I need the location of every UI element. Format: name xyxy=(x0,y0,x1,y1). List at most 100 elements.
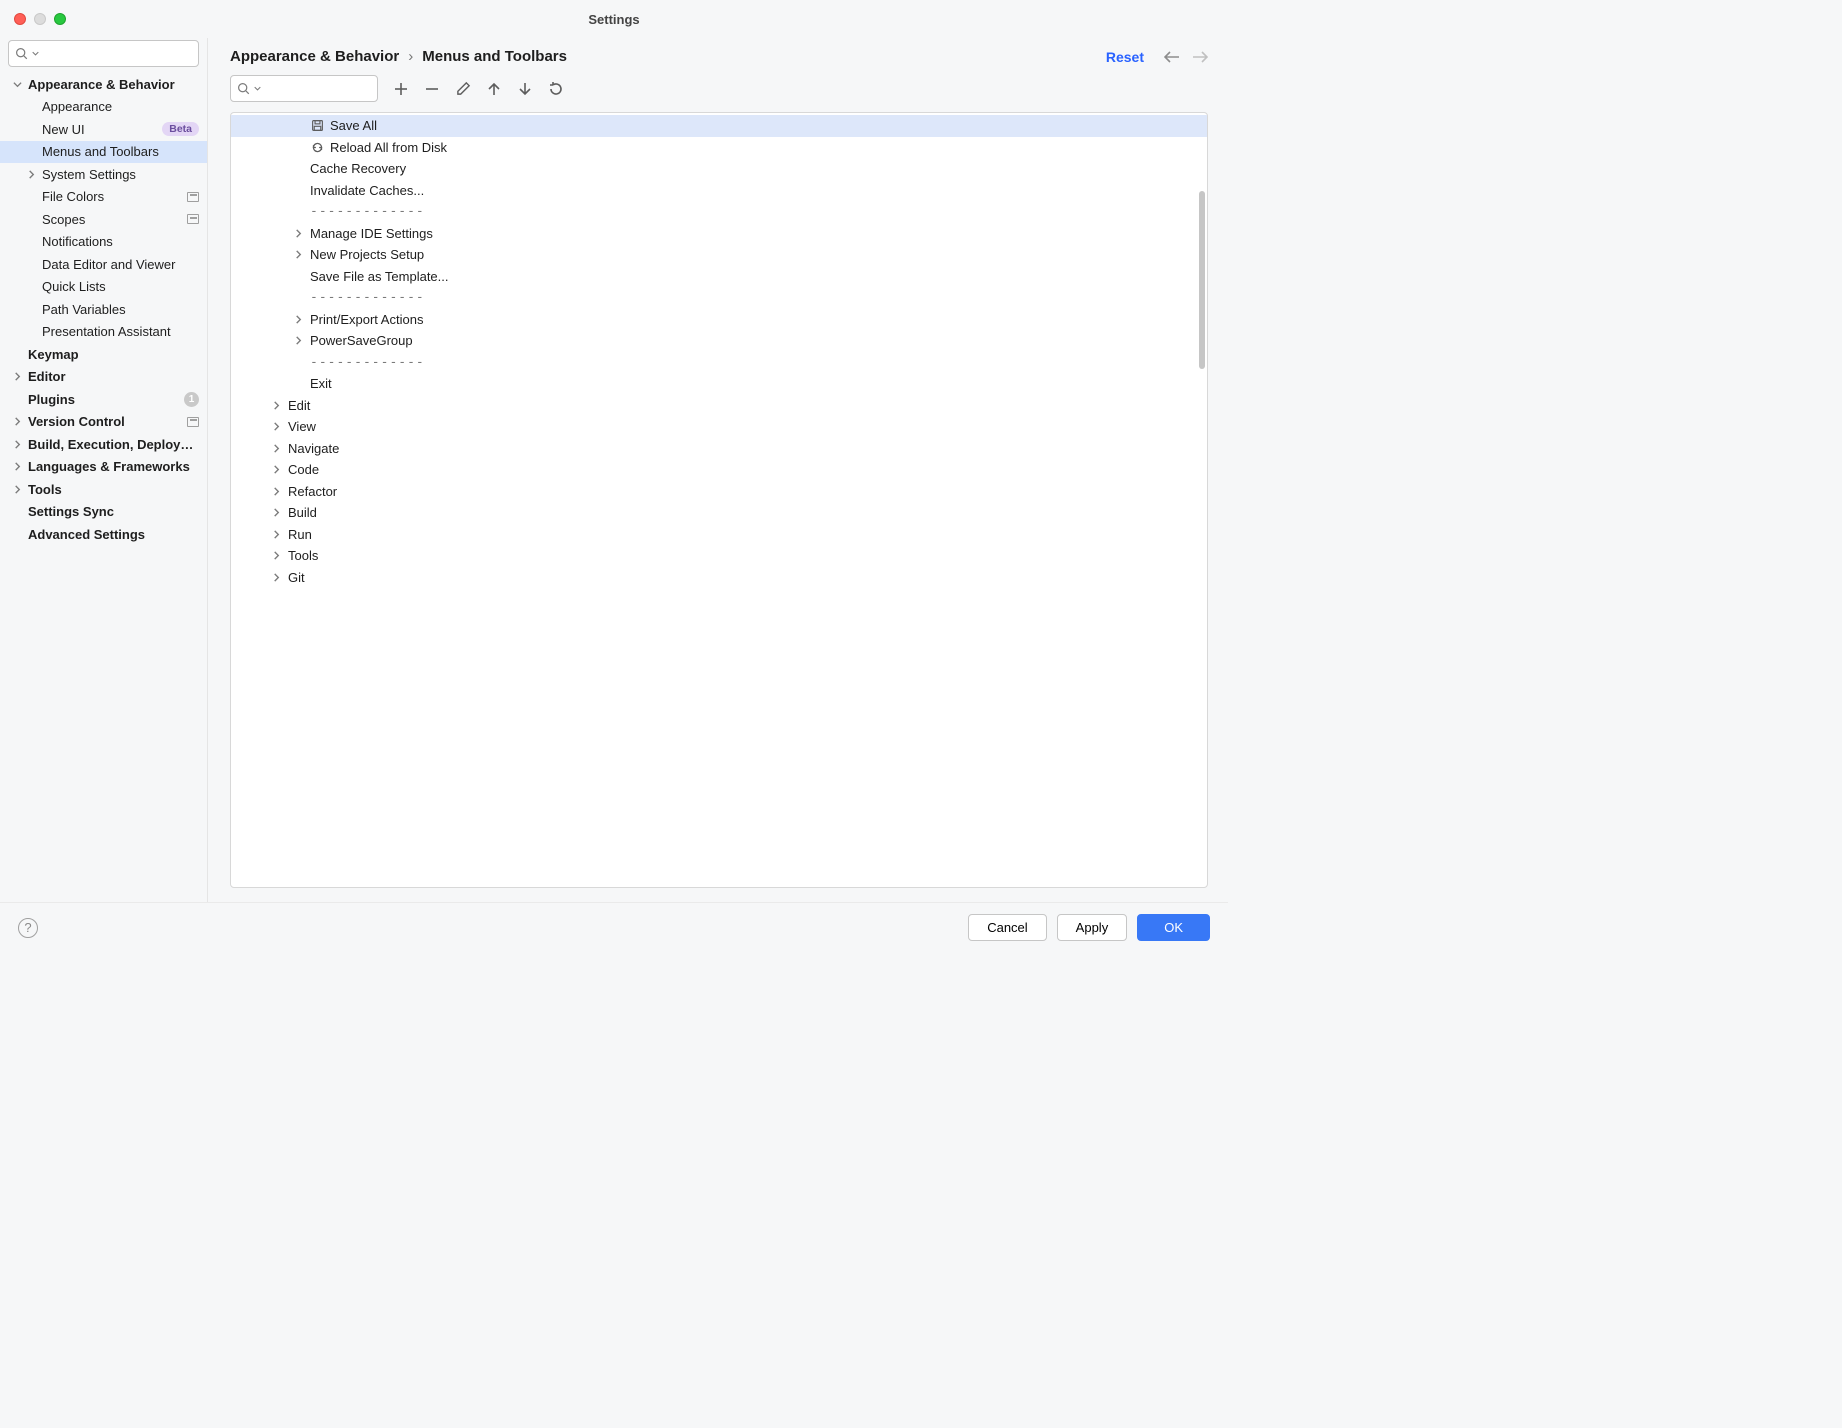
tree-item[interactable]: New Projects Setup xyxy=(231,244,1207,266)
chevron-right-icon[interactable] xyxy=(269,549,283,563)
ok-button[interactable]: OK xyxy=(1137,914,1210,941)
chevron-right-icon[interactable] xyxy=(291,226,305,240)
tree-item[interactable]: Save All xyxy=(231,115,1207,137)
chevron-right-icon[interactable] xyxy=(291,312,305,326)
chevron-right-icon[interactable] xyxy=(10,370,24,384)
cancel-button[interactable]: Cancel xyxy=(968,914,1046,941)
chevron-right-icon[interactable] xyxy=(291,248,305,262)
tree-item[interactable]: View xyxy=(231,416,1207,438)
dropdown-chevron-icon xyxy=(32,50,39,57)
tree-separator: ------------- xyxy=(231,287,1207,309)
chevron-right-icon[interactable] xyxy=(10,437,24,451)
breadcrumb: Appearance & Behavior › Menus and Toolba… xyxy=(230,48,1096,65)
sidebar-item[interactable]: System Settings xyxy=(0,163,207,186)
tree-item[interactable]: Git xyxy=(231,567,1207,589)
apply-button[interactable]: Apply xyxy=(1057,914,1128,941)
tree-item[interactable]: Invalidate Caches... xyxy=(231,180,1207,202)
tree-item[interactable]: Cache Recovery xyxy=(231,158,1207,180)
chevron-right-icon[interactable] xyxy=(291,334,305,348)
tree-item[interactable]: PowerSaveGroup xyxy=(231,330,1207,352)
maximize-window-button[interactable] xyxy=(54,13,66,25)
tree-item[interactable]: Build xyxy=(231,502,1207,524)
tree-item[interactable]: Run xyxy=(231,524,1207,546)
sidebar-item[interactable]: Appearance & Behavior xyxy=(0,73,207,96)
sidebar-item-label: Notifications xyxy=(42,234,199,249)
chevron-right-icon[interactable] xyxy=(269,463,283,477)
edit-action-button[interactable] xyxy=(454,80,472,98)
tree-item[interactable]: Manage IDE Settings xyxy=(231,223,1207,245)
close-window-button[interactable] xyxy=(14,13,26,25)
tree-item[interactable]: Edit xyxy=(231,395,1207,417)
revert-button[interactable] xyxy=(547,80,565,98)
search-icon xyxy=(237,82,250,95)
sidebar-item[interactable]: Data Editor and Viewer xyxy=(0,253,207,276)
chevron-right-icon[interactable] xyxy=(269,527,283,541)
sidebar-item[interactable]: New UIBeta xyxy=(0,118,207,141)
sidebar-item[interactable]: Keymap xyxy=(0,343,207,366)
sidebar-search-box[interactable] xyxy=(8,40,199,67)
chevron-right-icon[interactable] xyxy=(10,482,24,496)
sidebar-item[interactable]: Path Variables xyxy=(0,298,207,321)
main-pane: Appearance & Behavior › Menus and Toolba… xyxy=(208,38,1228,902)
sidebar-item[interactable]: Plugins1 xyxy=(0,388,207,411)
sidebar-item[interactable]: Scopes xyxy=(0,208,207,231)
sidebar-item[interactable]: Settings Sync xyxy=(0,501,207,524)
tree-item[interactable]: Reload All from Disk xyxy=(231,137,1207,159)
sidebar-item-label: Version Control xyxy=(28,414,179,429)
tree-item[interactable]: Exit xyxy=(231,373,1207,395)
sidebar-tree: Appearance & Behavior AppearanceNew UIBet… xyxy=(0,73,207,902)
chevron-right-icon[interactable] xyxy=(269,484,283,498)
sidebar-item[interactable]: Quick Lists xyxy=(0,276,207,299)
scrollbar-thumb[interactable] xyxy=(1199,191,1205,369)
tree-item[interactable]: Refactor xyxy=(231,481,1207,503)
sidebar-item[interactable]: Version Control xyxy=(0,411,207,434)
sidebar-item[interactable]: Advanced Settings xyxy=(0,523,207,546)
sidebar-item[interactable]: Menus and Toolbars xyxy=(0,141,207,164)
move-down-button[interactable] xyxy=(516,80,534,98)
sidebar-item-label: Menus and Toolbars xyxy=(42,144,199,159)
chevron-right-icon[interactable] xyxy=(269,420,283,434)
tree-item[interactable]: Print/Export Actions xyxy=(231,309,1207,331)
tree-item[interactable]: Code xyxy=(231,459,1207,481)
help-button[interactable]: ? xyxy=(18,918,38,938)
sidebar-item-label: Settings Sync xyxy=(28,504,199,519)
move-up-button[interactable] xyxy=(485,80,503,98)
sidebar-item[interactable]: Languages & Frameworks xyxy=(0,456,207,479)
reset-link[interactable]: Reset xyxy=(1106,49,1144,65)
chevron-right-icon[interactable] xyxy=(269,506,283,520)
chevron-right-icon[interactable] xyxy=(10,415,24,429)
chevron-down-icon[interactable] xyxy=(10,77,24,91)
sidebar-search-input[interactable] xyxy=(43,46,219,61)
minimize-window-button[interactable] xyxy=(34,13,46,25)
tree-search-box[interactable] xyxy=(230,75,378,102)
chevron-right-icon[interactable] xyxy=(269,570,283,584)
nav-forward-button[interactable] xyxy=(1192,51,1208,63)
sidebar-item[interactable]: Presentation Assistant xyxy=(0,321,207,344)
sidebar-item-label: Appearance & Behavior xyxy=(28,77,199,92)
tree-item-label: Navigate xyxy=(288,441,339,456)
tree-item-label: Git xyxy=(288,570,305,585)
chevron-right-icon[interactable] xyxy=(10,460,24,474)
tree-item-label: Build xyxy=(288,505,317,520)
tree-item[interactable]: Save File as Template... xyxy=(231,266,1207,288)
sidebar-item-label: Editor xyxy=(28,369,199,384)
chevron-right-icon[interactable] xyxy=(24,167,38,181)
sidebar-item[interactable]: Build, Execution, Deployment xyxy=(0,433,207,456)
tree-item[interactable]: Navigate xyxy=(231,438,1207,460)
sidebar-item-label: Quick Lists xyxy=(42,279,199,294)
sidebar-item[interactable]: File Colors xyxy=(0,186,207,209)
sidebar-item-label: System Settings xyxy=(42,167,199,182)
sidebar-item[interactable]: Appearance xyxy=(0,96,207,119)
tree-item-label: Invalidate Caches... xyxy=(310,183,424,198)
sidebar-item[interactable]: Notifications xyxy=(0,231,207,254)
nav-back-button[interactable] xyxy=(1164,51,1180,63)
tree-item[interactable]: Tools xyxy=(231,545,1207,567)
chevron-right-icon[interactable] xyxy=(269,398,283,412)
remove-action-button[interactable] xyxy=(423,80,441,98)
tree-item-label: Manage IDE Settings xyxy=(310,226,433,241)
sidebar-item[interactable]: Editor xyxy=(0,366,207,389)
sidebar-item[interactable]: Tools xyxy=(0,478,207,501)
chevron-right-icon[interactable] xyxy=(269,441,283,455)
add-action-button[interactable] xyxy=(392,80,410,98)
sidebar-item-label: Plugins xyxy=(28,392,180,407)
